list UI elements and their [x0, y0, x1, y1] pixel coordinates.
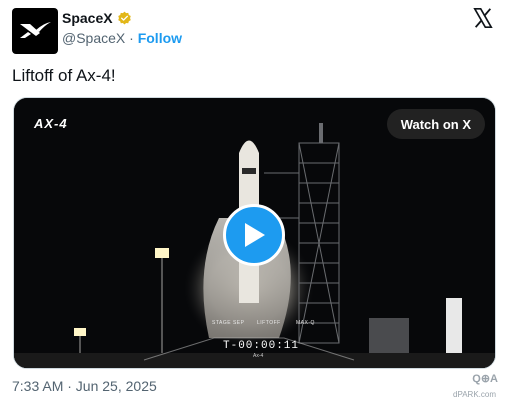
countdown-clock: T-00:00:11 [223, 340, 300, 352]
mission-logo: AX-4 [34, 116, 68, 131]
tweet-timestamp[interactable]: 7:33 AM · Jun 25, 2025 [12, 378, 157, 394]
play-button[interactable] [223, 204, 285, 266]
watch-on-x-button[interactable]: Watch on X [386, 109, 485, 139]
hud-label: LIFTOFF [257, 320, 281, 326]
author-handle[interactable]: @SpaceX [62, 30, 125, 46]
hud-label: MAX-Q [296, 320, 315, 326]
clock-caption: Ax-4 [253, 353, 264, 359]
avatar[interactable] [12, 8, 58, 54]
video-player[interactable]: AX-4 Watch on X STAGE SEP LIFTOFF MAX-Q … [13, 97, 496, 369]
author-name-row[interactable]: SpaceX [62, 10, 132, 26]
verified-badge-icon [117, 11, 131, 24]
separator-dot: · [125, 30, 138, 46]
spacex-logo-icon [20, 22, 51, 38]
watermark-logo: Q⊕A [472, 373, 498, 385]
watermark-text: dPARK.com [453, 390, 496, 399]
play-icon [245, 223, 265, 247]
follow-button[interactable]: Follow [138, 30, 182, 46]
tweet-text: Liftoff of Ax-4! [12, 66, 116, 85]
x-logo-icon[interactable] [472, 7, 494, 29]
author-handle-row: @SpaceX · Follow [62, 30, 182, 46]
hud-label: STAGE SEP [212, 320, 245, 326]
author-display-name[interactable]: SpaceX [62, 10, 113, 26]
